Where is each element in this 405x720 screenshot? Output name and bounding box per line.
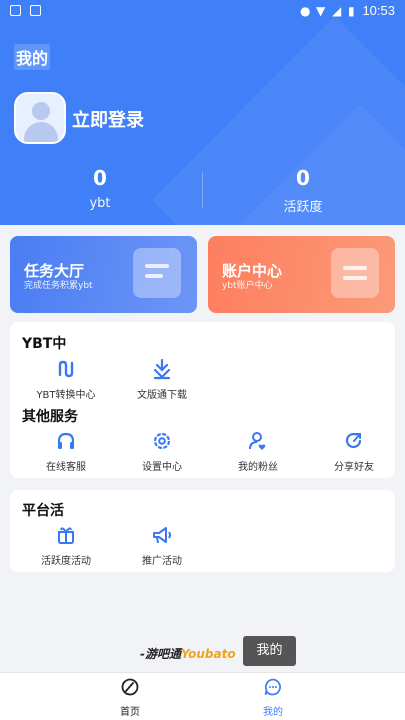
card-subtitle: ybt账户中心 <box>222 281 273 291</box>
wifi-icon: ▼ <box>316 4 326 18</box>
stat-label: 活跃度 <box>283 200 323 215</box>
item-label: 在线客服 <box>46 462 86 473</box>
download-icon <box>153 358 171 380</box>
page-title: 我的 <box>14 44 51 70</box>
brand-prefix: -游吧通 <box>140 647 181 661</box>
item-label: 活跃度活动 <box>41 556 91 567</box>
settings-center[interactable]: 设置中心 <box>114 430 210 473</box>
login-link[interactable]: 立即登录 <box>72 106 144 132</box>
notification-icon <box>10 5 21 16</box>
convert-icon <box>58 360 74 378</box>
avatar-body-icon <box>24 122 58 142</box>
megaphone-icon <box>153 527 171 544</box>
gift-icon <box>58 527 74 544</box>
share-icon <box>345 432 362 449</box>
toast-message: 我的 <box>243 636 296 666</box>
my-fans[interactable]: 我的粉丝 <box>210 430 306 473</box>
signal-icon: ◢ <box>332 4 342 18</box>
tab-label: 我的 <box>263 707 283 718</box>
location-icon: ● <box>300 4 311 18</box>
gear-icon <box>153 432 171 450</box>
tab-label: 首页 <box>120 707 140 718</box>
card-subtitle: 完成任务积累ybt <box>24 281 93 291</box>
avatar[interactable] <box>14 92 66 144</box>
stat-ybt[interactable]: 0 ybt <box>0 166 200 211</box>
status-time: 10:53 <box>362 3 395 18</box>
bottom-tab-bar: 首页 我的 <box>0 672 405 720</box>
avatar-head-icon <box>32 102 50 120</box>
stat-value: 0 <box>93 166 107 190</box>
item-label: 推广活动 <box>142 556 182 567</box>
headset-icon <box>57 432 75 449</box>
chat-bubble-icon <box>264 678 281 696</box>
platform-panel: 平台活 活跃度活动 推广活动 <box>10 490 395 572</box>
item-label: 设置中心 <box>142 462 182 473</box>
home-icon <box>121 678 139 696</box>
task-flag-icon <box>133 248 181 298</box>
item-label: 文版通下载 <box>137 390 187 401</box>
profile-header: ● ▼ ◢ ▮ 10:53 我的 立即登录 0 ybt 0 活跃度 <box>0 0 405 225</box>
stat-label: ybt <box>89 196 111 211</box>
status-bar: ● ▼ ◢ ▮ 10:53 <box>0 0 405 22</box>
brand-accent: Youbato <box>180 647 236 661</box>
share-friends[interactable]: 分享好友 <box>306 430 402 473</box>
task-hall-card[interactable]: 任务大厅 完成任务积累ybt <box>10 236 197 313</box>
services-panel: YBT中 YBT转换中心 文版通下载 其他服务 在线客服 设置中心 我的粉丝 分… <box>10 322 395 478</box>
fans-icon <box>249 432 266 450</box>
tab-home[interactable]: 首页 <box>90 677 170 718</box>
section-title: 平台活 <box>22 503 64 519</box>
section-title: 其他服务 <box>22 409 78 425</box>
section-title: YBT中 <box>22 336 67 352</box>
brand-footer: -游吧通Youbato <box>140 645 236 662</box>
stat-activity[interactable]: 0 活跃度 <box>203 166 403 215</box>
item-label: 分享好友 <box>334 462 374 473</box>
app-notification-icon <box>30 5 41 16</box>
activity-event[interactable]: 活跃度活动 <box>18 524 114 567</box>
document-icon <box>331 248 379 298</box>
item-label: 我的粉丝 <box>238 462 278 473</box>
item-label: YBT转换中心 <box>36 390 96 401</box>
online-support[interactable]: 在线客服 <box>18 430 114 473</box>
stat-value: 0 <box>296 166 310 190</box>
battery-icon: ▮ <box>348 4 355 18</box>
account-center-card[interactable]: 账户中心 ybt账户中心 <box>208 236 395 313</box>
wenban-download[interactable]: 文版通下载 <box>114 358 210 401</box>
promotion-event[interactable]: 推广活动 <box>114 524 210 567</box>
tab-mine[interactable]: 我的 <box>233 677 313 718</box>
ybt-convert-center[interactable]: YBT转换中心 <box>18 358 114 401</box>
